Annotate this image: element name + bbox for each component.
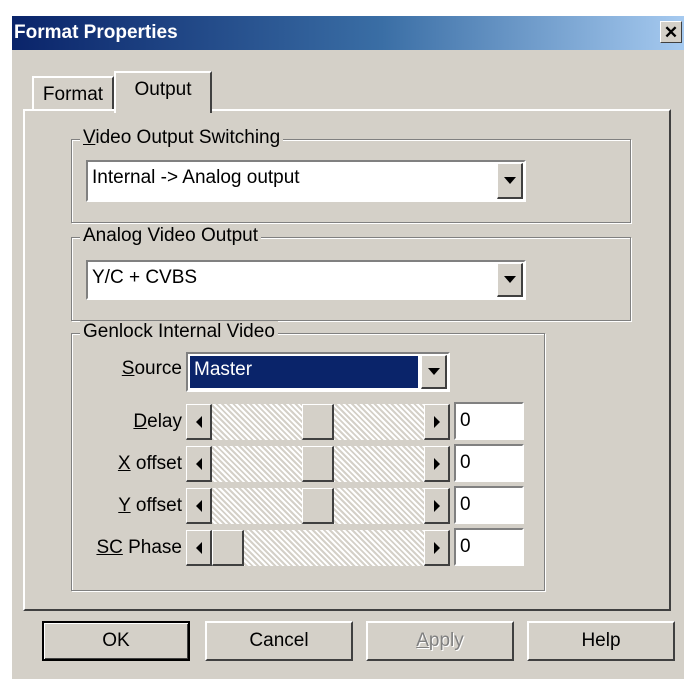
slider-thumb[interactable] (302, 488, 334, 524)
y-offset-label: Y offset (118, 495, 182, 516)
chevron-down-icon (427, 368, 440, 375)
sc-phase-label: SC Phase (96, 537, 182, 558)
video-output-switching-group: Video Output Switching Internal -> Analo… (71, 127, 631, 223)
close-icon: ✕ (663, 22, 679, 42)
chevron-down-icon (503, 276, 516, 283)
format-properties-dialog: Format Properties ✕ Format Output Video … (10, 14, 684, 679)
source-label: Source (121, 358, 182, 379)
video-output-switching-label: Video Output Switching (80, 127, 284, 149)
analog-video-output-group: Analog Video Output Y/C + CVBS (71, 225, 631, 321)
output-tab-panel: Video Output Switching Internal -> Analo… (23, 109, 671, 611)
delay-label: Delay (133, 411, 182, 432)
arrow-right-icon (433, 541, 440, 554)
arrow-right-icon (433, 499, 440, 512)
apply-button[interactable]: Apply (366, 621, 514, 661)
ok-button-label: OK (102, 630, 130, 651)
apply-button-label: Apply (416, 630, 464, 651)
arrow-left-icon (195, 415, 202, 428)
scroll-left-button[interactable] (186, 530, 212, 566)
genlock-internal-video-group: Genlock Internal Video Source Master Del… (71, 321, 545, 591)
window-title: Format Properties (14, 22, 178, 43)
video-output-switching-value: Internal -> Analog output (92, 167, 300, 188)
slider-thumb[interactable] (302, 446, 334, 482)
arrow-left-icon (195, 457, 202, 470)
analog-video-output-label: Analog Video Output (80, 225, 262, 247)
close-button[interactable]: ✕ (660, 21, 682, 43)
scroll-left-button[interactable] (186, 404, 212, 440)
chevron-down-icon (503, 177, 516, 184)
scroll-left-button[interactable] (186, 446, 212, 482)
x-offset-value-field[interactable]: 0 (454, 444, 524, 482)
scroll-left-button[interactable] (186, 488, 212, 524)
ok-button[interactable]: OK (42, 621, 190, 661)
x-offset-slider[interactable] (186, 446, 450, 482)
scroll-right-button[interactable] (424, 446, 450, 482)
help-button-label: Help (581, 630, 621, 651)
source-select[interactable]: Master (186, 352, 450, 392)
cancel-button-label: Cancel (249, 630, 309, 651)
cancel-button[interactable]: Cancel (205, 621, 353, 661)
analog-video-output-value: Y/C + CVBS (92, 267, 198, 288)
x-offset-label: X offset (117, 453, 182, 474)
arrow-right-icon (433, 415, 440, 428)
slider-thumb[interactable] (302, 404, 334, 440)
dropdown-button[interactable] (497, 263, 523, 297)
scroll-right-button[interactable] (424, 404, 450, 440)
video-output-switching-select[interactable]: Internal -> Analog output (86, 160, 526, 202)
scroll-right-button[interactable] (424, 488, 450, 524)
dropdown-button[interactable] (497, 163, 523, 199)
scroll-right-button[interactable] (424, 530, 450, 566)
source-value: Master (190, 356, 418, 388)
y-offset-slider[interactable] (186, 488, 450, 524)
tab-format[interactable]: Format (32, 76, 114, 109)
genlock-internal-video-label: Genlock Internal Video (80, 321, 278, 343)
analog-video-output-select[interactable]: Y/C + CVBS (86, 260, 526, 300)
title-bar[interactable]: Format Properties ✕ (12, 16, 684, 50)
arrow-right-icon (433, 457, 440, 470)
dropdown-button[interactable] (421, 355, 447, 389)
help-button[interactable]: Help (527, 621, 675, 661)
delay-slider[interactable] (186, 404, 450, 440)
tab-output-label: Output (134, 79, 192, 100)
tab-output[interactable]: Output (114, 71, 212, 113)
arrow-left-icon (195, 499, 202, 512)
sc-phase-slider[interactable] (186, 530, 450, 566)
tab-format-label: Format (42, 84, 104, 105)
y-offset-value-field[interactable]: 0 (454, 486, 524, 524)
slider-thumb[interactable] (212, 530, 244, 566)
arrow-left-icon (195, 541, 202, 554)
sc-phase-value-field[interactable]: 0 (454, 528, 524, 566)
delay-value-field[interactable]: 0 (454, 402, 524, 440)
